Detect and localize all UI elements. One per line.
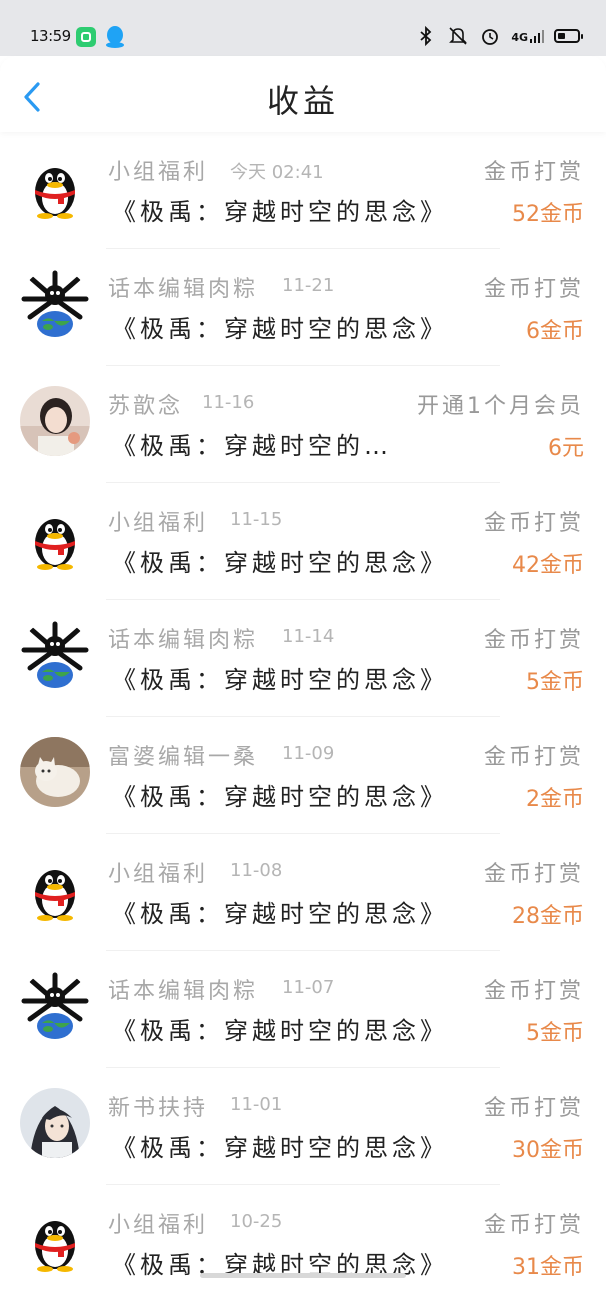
reward-type: 金币打赏: [483, 979, 584, 1004]
qq-penguin-icon: [20, 503, 90, 573]
reward-amount: 5金币: [526, 670, 584, 695]
sender-name: 苏歆念: [108, 394, 184, 419]
reward-amount: 28金币: [512, 904, 584, 929]
book-title: 《极禹：穿越时空的思念》: [112, 315, 448, 343]
sender-name: 小组福利: [108, 1213, 209, 1238]
status-bar: 13:59 4G: [0, 0, 606, 56]
reward-type: 金币打赏: [483, 1096, 584, 1121]
sender-name: 富婆编辑一桑: [108, 745, 259, 770]
record-date: 11-08: [230, 860, 283, 881]
book-title: 《极禹：穿越时空的思念》: [112, 549, 448, 577]
reward-amount: 42金币: [512, 553, 584, 578]
earnings-row[interactable]: 话本编辑肉粽 11-21 金币打赏 《极禹：穿越时空的思念》 6金币: [0, 249, 606, 366]
home-indicator[interactable]: [200, 1273, 406, 1278]
record-date: 今天 02:41: [230, 162, 324, 183]
app-notification-icon: [76, 27, 96, 47]
sender-name: 话本编辑肉粽: [108, 277, 259, 302]
earnings-row[interactable]: 小组福利 10-25 金币打赏 《极禹：穿越时空的思念》 31金币: [0, 1185, 606, 1302]
sender-name: 小组福利: [108, 160, 209, 185]
record-date: 11-21: [282, 275, 335, 296]
reward-amount: 5金币: [526, 1021, 584, 1046]
qq-penguin-icon: [20, 1205, 90, 1275]
reward-amount: 52金币: [512, 202, 584, 227]
record-date: 11-14: [282, 626, 335, 647]
sender-name: 小组福利: [108, 511, 209, 536]
reward-amount: 31金币: [512, 1255, 584, 1280]
battery-icon: [554, 29, 583, 43]
book-title: 《极禹：穿越时空的思念》: [112, 783, 448, 811]
reward-type: 金币打赏: [483, 160, 584, 185]
signal-bars-icon: [530, 30, 544, 43]
book-title: 《极禹：穿越时空的思念》: [112, 1017, 448, 1045]
sender-name: 话本编辑肉粽: [108, 979, 259, 1004]
page-title: 收益: [266, 82, 339, 120]
globe-creature-avatar: [20, 620, 90, 690]
earnings-row[interactable]: 富婆编辑一桑 11-09 金币打赏 《极禹：穿越时空的思念》 2金币: [0, 717, 606, 834]
mute-bell-icon: [449, 27, 468, 45]
record-date: 11-07: [282, 977, 335, 998]
reward-amount: 30金币: [512, 1138, 584, 1163]
page-header: 收益: [0, 56, 606, 132]
book-title: 《极禹：穿越时空的思念》: [112, 900, 448, 928]
book-title: 《极禹：穿越时空的思念》: [112, 666, 448, 694]
reward-type: 金币打赏: [483, 277, 584, 302]
record-date: 11-15: [230, 509, 283, 530]
status-time: 13:59: [30, 27, 71, 45]
girl-photo-avatar: [20, 386, 90, 456]
record-date: 11-01: [230, 1094, 283, 1115]
anime-man-avatar: [20, 1088, 90, 1158]
record-date: 11-09: [282, 743, 335, 764]
earnings-row[interactable]: 小组福利 今天 02:41 金币打赏 《极禹：穿越时空的思念》 52金币: [0, 132, 606, 249]
globe-creature-avatar: [20, 971, 90, 1041]
globe-creature-avatar: [20, 269, 90, 339]
book-title: 《极禹：穿越时空的思念》: [112, 1134, 448, 1162]
reward-type: 金币打赏: [483, 1213, 584, 1238]
reward-type: 开通1个月会员: [417, 394, 584, 419]
network-type: 4G: [511, 31, 528, 44]
sender-name: 话本编辑肉粽: [108, 628, 259, 653]
earnings-row[interactable]: 苏歆念 11-16 开通1个月会员 《极禹：穿越时空的… 6元: [0, 366, 606, 483]
bluetooth-icon: [420, 25, 432, 47]
signal-indicator: 4G: [511, 29, 544, 43]
qq-penguin-icon: [20, 854, 90, 924]
earnings-row[interactable]: 新书扶持 11-01 金币打赏 《极禹：穿越时空的思念》 30金币: [0, 1068, 606, 1185]
reward-type: 金币打赏: [483, 745, 584, 770]
earnings-row[interactable]: 话本编辑肉粽 11-07 金币打赏 《极禹：穿越时空的思念》 5金币: [0, 951, 606, 1068]
sender-name: 小组福利: [108, 862, 209, 887]
record-date: 11-16: [202, 392, 255, 413]
earnings-row[interactable]: 小组福利 11-08 金币打赏 《极禹：穿越时空的思念》 28金币: [0, 834, 606, 951]
earnings-list: 小组福利 今天 02:41 金币打赏 《极禹：穿越时空的思念》 52金币 话本编…: [0, 132, 606, 1302]
qq-notification-icon: [106, 26, 124, 48]
alarm-icon: [482, 29, 499, 45]
qq-penguin-icon: [20, 152, 90, 222]
reward-type: 金币打赏: [483, 511, 584, 536]
earnings-row[interactable]: 话本编辑肉粽 11-14 金币打赏 《极禹：穿越时空的思念》 5金币: [0, 600, 606, 717]
record-date: 10-25: [230, 1211, 283, 1232]
cat-photo-avatar: [20, 737, 90, 807]
reward-amount: 2金币: [526, 787, 584, 812]
reward-amount: 6金币: [526, 319, 584, 344]
sender-name: 新书扶持: [108, 1096, 209, 1121]
reward-type: 金币打赏: [483, 862, 584, 887]
reward-amount: 6元: [548, 436, 584, 461]
book-title: 《极禹：穿越时空的…: [112, 432, 392, 460]
earnings-row[interactable]: 小组福利 11-15 金币打赏 《极禹：穿越时空的思念》 42金币: [0, 483, 606, 600]
book-title: 《极禹：穿越时空的思念》: [112, 198, 448, 226]
reward-type: 金币打赏: [483, 628, 584, 653]
